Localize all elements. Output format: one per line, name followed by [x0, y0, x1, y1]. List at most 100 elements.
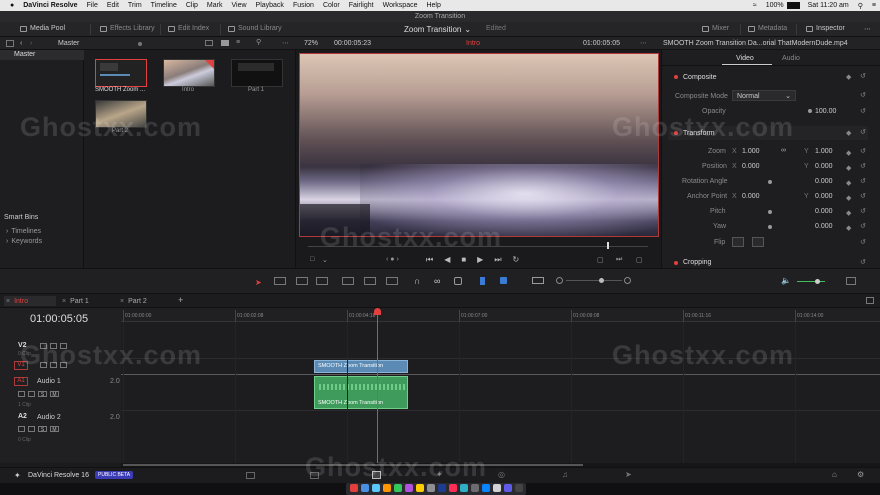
composite-reset-icon[interactable]: ↺	[860, 72, 866, 80]
effects-library-button[interactable]: Effects Library	[100, 25, 155, 32]
dock-app-icon[interactable]	[427, 484, 435, 492]
cropping-enable-dot[interactable]	[674, 260, 678, 265]
viewer-zoom[interactable]: 72%	[304, 40, 318, 47]
app-menu[interactable]: DaVinci Resolve	[23, 2, 77, 9]
position-x-field[interactable]: 0.000	[742, 163, 760, 170]
dock-app-icon[interactable]	[493, 484, 501, 492]
pitch-slider[interactable]	[768, 210, 772, 214]
dock-app-icon[interactable]	[372, 484, 380, 492]
dock-app-icon[interactable]	[504, 484, 512, 492]
search-icon[interactable]: ⚲	[858, 2, 863, 10]
timeline-zoom-handle[interactable]	[599, 278, 604, 283]
replace-clip-icon[interactable]	[386, 277, 398, 285]
track-name-a1[interactable]: Audio 1	[37, 378, 61, 385]
media-page-icon[interactable]	[246, 472, 255, 479]
forward-icon[interactable]: ›	[30, 40, 36, 47]
menu-playback[interactable]: Playback	[256, 2, 284, 9]
inspector-button[interactable]: Inspector	[806, 25, 845, 32]
marker-icon[interactable]	[500, 277, 507, 284]
zoom-y-field[interactable]: 1.000	[815, 148, 833, 155]
dynamic-trim-icon[interactable]	[296, 277, 308, 285]
opacity-field[interactable]: 100.00	[815, 108, 836, 115]
rotation-field[interactable]: 0.000	[815, 178, 833, 185]
viewer-options-icon[interactable]: ⋯	[640, 39, 647, 47]
smart-bin-timelines[interactable]: › Timelines	[6, 228, 41, 235]
lock-icon[interactable]	[18, 426, 25, 432]
close-icon[interactable]: ×	[6, 298, 10, 305]
deliver-page-icon[interactable]: ➤	[625, 470, 632, 479]
rotation-reset-icon[interactable]: ↺	[860, 177, 866, 185]
anchor-reset-icon[interactable]: ↺	[860, 192, 866, 200]
timeline-tab-part2[interactable]: × Part 2	[118, 296, 170, 306]
dock-app-icon[interactable]	[405, 484, 413, 492]
metadata-view-icon[interactable]	[205, 40, 213, 46]
playhead-handle[interactable]	[374, 308, 381, 315]
sort-icon[interactable]: ⋯	[282, 39, 289, 47]
bin-master[interactable]: Master	[0, 50, 84, 60]
dock-app-icon[interactable]	[460, 484, 468, 492]
position-y-field[interactable]: 0.000	[815, 163, 833, 170]
audio-clip[interactable]: SMOOTH Zoom Transition	[314, 376, 408, 409]
inspector-tab-video[interactable]: Video	[736, 55, 754, 62]
clip-thumbnail-part1[interactable]	[231, 59, 283, 87]
viewer-scrubber-handle[interactable]	[607, 242, 609, 249]
composite-section-header[interactable]: Composite	[668, 70, 868, 84]
zoom-keyframe-icon[interactable]: ◆	[846, 149, 851, 157]
track-name-a2[interactable]: Audio 2	[37, 414, 61, 421]
mute-button[interactable]: M	[50, 391, 59, 398]
mixer-button[interactable]: Mixer	[702, 25, 729, 32]
thumbnail-view-icon[interactable]	[221, 40, 229, 46]
dock-app-icon[interactable]	[416, 484, 424, 492]
match-frame-icon[interactable]: ▢	[597, 256, 604, 264]
metadata-button[interactable]: Metadata	[748, 25, 787, 32]
thumbnail-size-slider[interactable]	[138, 42, 142, 46]
battery-icon[interactable]	[786, 2, 800, 9]
menu-help[interactable]: Help	[426, 2, 440, 9]
gear-icon[interactable]: ⚙	[857, 470, 864, 479]
transform-reset-icon[interactable]: ↺	[860, 128, 866, 136]
video-clip[interactable]: SMOOTH Zoom Transition	[314, 360, 408, 373]
anchor-y-field[interactable]: 0.000	[815, 193, 833, 200]
timeline-ruler[interactable]: 01:00:00:00 01:00:02:08 01:00:04:16 01:00:0…	[121, 308, 880, 322]
timeline-tab-part1[interactable]: × Part 1	[60, 296, 112, 306]
dock-app-icon[interactable]	[438, 484, 446, 492]
dock-app-icon[interactable]	[482, 484, 490, 492]
transport-controls[interactable]: ⏮◀■▶⏭↻	[426, 255, 530, 265]
menu-trim[interactable]: Trim	[128, 2, 142, 9]
composite-enable-dot[interactable]	[674, 75, 678, 79]
auto-select-icon[interactable]	[28, 391, 35, 397]
current-timecode[interactable]: 01:00:05:05	[30, 313, 88, 325]
menu-fusion[interactable]: Fusion	[293, 2, 314, 9]
rotation-slider[interactable]	[768, 180, 772, 184]
auto-select-icon[interactable]	[28, 426, 35, 432]
mute-button[interactable]: M	[50, 426, 59, 433]
inspector-tab-audio[interactable]: Audio	[782, 55, 800, 62]
volume-slider[interactable]	[797, 281, 825, 282]
menu-view[interactable]: View	[231, 2, 246, 9]
linked-selection-icon[interactable]: ∞	[434, 276, 440, 286]
menu-edit[interactable]: Edit	[107, 2, 119, 9]
media-pool-button[interactable]: Media Pool	[20, 25, 65, 32]
menu-color[interactable]: Color	[323, 2, 340, 9]
solo-button[interactable]: S	[38, 391, 47, 398]
flip-vertical-button[interactable]	[752, 237, 764, 247]
menu-file[interactable]: File	[87, 2, 98, 9]
zoom-in-icon[interactable]	[624, 277, 631, 284]
track-id-a1[interactable]: A1	[14, 377, 28, 386]
selection-tool-icon[interactable]: ➤	[255, 278, 262, 287]
blade-tool-icon[interactable]	[316, 277, 328, 285]
yaw-slider[interactable]	[768, 225, 772, 229]
menu-mark[interactable]: Mark	[207, 2, 223, 9]
bin-path[interactable]: Master	[58, 40, 79, 47]
search-icon[interactable]: ⚲	[256, 38, 261, 46]
more-options-icon[interactable]: ⋯	[864, 25, 871, 33]
wifi-icon[interactable]: ≈	[753, 2, 757, 9]
flag-icon[interactable]	[480, 277, 485, 285]
dock-app-icon[interactable]	[394, 484, 402, 492]
apple-icon[interactable]: ●	[10, 2, 14, 9]
pitch-reset-icon[interactable]: ↺	[860, 207, 866, 215]
sound-library-button[interactable]: Sound Library	[228, 25, 282, 32]
zoom-out-icon[interactable]	[556, 277, 563, 284]
timeline-view-icon[interactable]	[532, 277, 544, 284]
snapping-icon[interactable]: ∩	[414, 276, 420, 286]
